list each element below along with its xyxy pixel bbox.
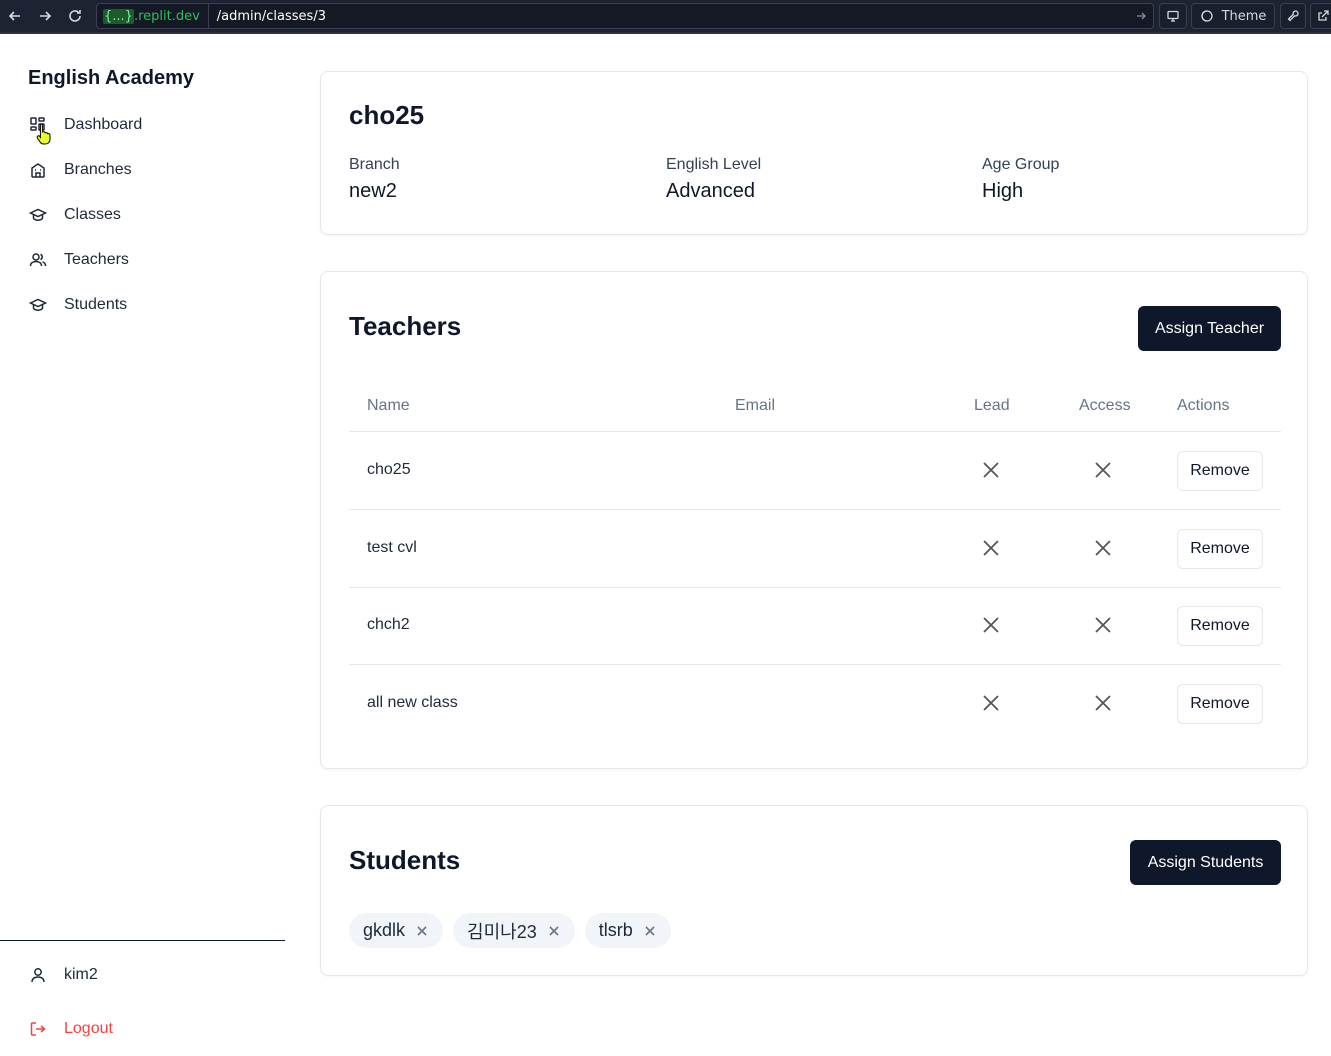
remove-button[interactable]: Remove [1177, 684, 1263, 724]
reload-icon[interactable] [60, 1, 90, 31]
forward-icon[interactable] [30, 1, 60, 31]
student-chip-label: tlsrb [598, 920, 633, 940]
student-chip: 김미나23 [453, 913, 575, 948]
sidebar-item-students[interactable]: Students [28, 292, 127, 318]
info-label: English Level [666, 156, 762, 173]
assign-teacher-button[interactable]: Assign Teacher [1138, 306, 1281, 351]
logout-icon [28, 1019, 48, 1039]
x-icon [1095, 617, 1111, 633]
students-card: Students Assign Students gkdlk 김미나23 tls… [320, 805, 1308, 976]
graduation-cap-icon [28, 205, 48, 225]
student-chip: gkdlk [349, 913, 444, 948]
class-title: cho25 [349, 100, 425, 130]
sidebar-item-label: Classes [64, 206, 121, 223]
teacher-name: test cvl [367, 539, 417, 556]
building-icon [28, 160, 48, 180]
teacher-name: all new class [367, 694, 458, 711]
x-icon [1095, 462, 1111, 478]
students-title: Students [349, 845, 461, 875]
student-chip-label: gkdlk [363, 920, 406, 940]
teacher-name: chch2 [367, 616, 410, 633]
users-icon [28, 250, 48, 270]
sidebar-item-label: Branches [64, 161, 132, 178]
address-bar[interactable]: {...} .replit.dev /admin/classes/3 [96, 3, 1154, 29]
remove-button[interactable]: Remove [1177, 451, 1263, 491]
mouse-cursor-icon [36, 123, 51, 145]
info-label: Branch [349, 156, 400, 173]
logout-label: Logout [64, 1020, 113, 1037]
column-header-actions: Actions [1177, 397, 1230, 414]
url-domain: {...} .replit.dev [97, 4, 209, 28]
user-name: kim2 [64, 966, 98, 983]
go-arrow-icon[interactable] [1129, 10, 1153, 22]
browser-toolbar: {...} .replit.dev /admin/classes/3 Theme [0, 0, 1331, 34]
palette-icon [1200, 10, 1213, 22]
url-domain-suffix: .replit.dev [133, 8, 200, 24]
theme-button[interactable]: Theme [1191, 3, 1275, 29]
close-icon[interactable] [547, 924, 561, 938]
table-row: chch2 Remove [349, 587, 1281, 665]
wrench-icon[interactable] [1280, 3, 1306, 29]
devices-icon[interactable] [1159, 3, 1187, 29]
table-row: all new class Remove [349, 665, 1281, 743]
remove-button[interactable]: Remove [1177, 606, 1263, 646]
user-account[interactable]: kim2 [28, 965, 98, 985]
x-icon [983, 617, 999, 633]
x-icon [1095, 540, 1111, 556]
external-link-icon[interactable] [1310, 3, 1331, 29]
teachers-card: Teachers Assign Teacher Name Email Lead … [320, 271, 1308, 769]
x-icon [983, 462, 999, 478]
student-chip: tlsrb [584, 913, 671, 948]
teachers-table-header: Name Email Lead Access Actions [349, 384, 1281, 432]
url-path: /admin/classes/3 [216, 8, 326, 24]
info-english-level: English Level Advanced [666, 156, 761, 203]
x-icon [983, 695, 999, 711]
info-value: High [982, 180, 1024, 202]
sidebar-item-label: Students [64, 296, 128, 313]
sidebar-item-branches[interactable]: Branches [28, 157, 132, 183]
student-chips: gkdlk 김미나23 tlsrb [349, 913, 671, 948]
info-age-group: Age Group High [982, 156, 1059, 203]
x-icon [1095, 695, 1111, 711]
teachers-title: Teachers [349, 311, 462, 341]
column-header-email: Email [735, 397, 776, 414]
url-domain-braces: {...} [103, 8, 134, 24]
table-row: test cvl Remove [349, 510, 1281, 588]
graduation-cap-icon [28, 295, 48, 315]
column-header-lead: Lead [974, 397, 1010, 414]
assign-students-button[interactable]: Assign Students [1130, 840, 1281, 885]
info-branch: Branch new2 [349, 156, 400, 203]
info-label: Age Group [982, 156, 1060, 173]
teacher-name: cho25 [367, 461, 411, 478]
logout-button[interactable]: Logout [28, 1019, 113, 1039]
sidebar-item-label: Teachers [64, 251, 129, 268]
class-info-card: cho25 Branch new2 English Level Advanced… [320, 71, 1308, 235]
close-icon[interactable] [415, 924, 429, 938]
info-value: new2 [349, 180, 397, 202]
sidebar-item-label: Dashboard [64, 116, 143, 133]
x-icon [983, 540, 999, 556]
sidebar-divider [0, 940, 285, 941]
theme-label: Theme [1221, 8, 1267, 24]
column-header-name: Name [367, 397, 410, 414]
sidebar-item-teachers[interactable]: Teachers [28, 247, 129, 273]
remove-button[interactable]: Remove [1177, 529, 1263, 569]
sidebar-item-classes[interactable]: Classes [28, 202, 121, 228]
brand-title: English Academy [28, 67, 194, 89]
table-row: cho25 Remove [349, 432, 1281, 510]
close-icon[interactable] [643, 924, 657, 938]
column-header-access: Access [1079, 397, 1131, 414]
sidebar: English Academy Dashboard Branches Class… [0, 34, 285, 1056]
back-icon[interactable] [0, 1, 30, 31]
info-value: Advanced [666, 180, 755, 202]
student-chip-label: 김미나23 [467, 921, 537, 942]
user-icon [28, 965, 48, 985]
